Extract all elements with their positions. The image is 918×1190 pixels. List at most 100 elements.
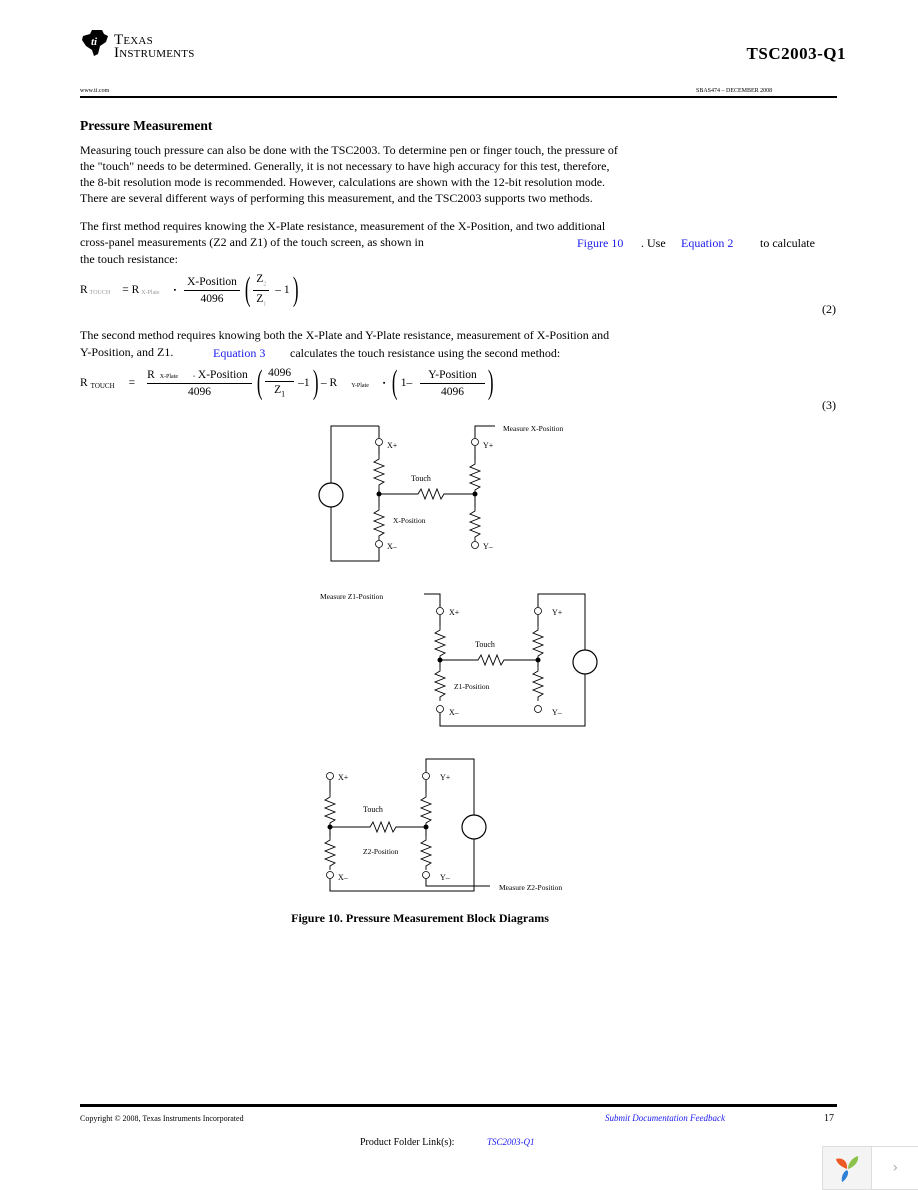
eq3-p1-num: 4096 bbox=[265, 367, 294, 382]
para2-line1: The first method requires knowing the X-… bbox=[80, 218, 605, 234]
label-y-plus: Y+ bbox=[483, 441, 494, 450]
section-title: Pressure Measurement bbox=[80, 118, 212, 134]
para1-line: the 8-bit resolution mode is recommended… bbox=[80, 174, 618, 190]
eq3-p2-den: 4096 bbox=[441, 384, 464, 398]
label-y-minus: Y– bbox=[483, 542, 494, 551]
eq2-r-sub: X-Plate bbox=[141, 290, 159, 296]
eq3-main-fraction: R X-Plate ▪ X-Position 4096 bbox=[147, 369, 252, 398]
svg-text:ti: ti bbox=[91, 36, 98, 48]
product-folder-link[interactable]: TSC2003-Q1 bbox=[487, 1137, 535, 1147]
eq3-dot: ▪ bbox=[383, 379, 385, 387]
eq2-z-num-sub: 2 bbox=[263, 282, 266, 288]
app-logo-button[interactable] bbox=[823, 1147, 871, 1189]
eq2-num: X-Position bbox=[184, 276, 240, 291]
eq3-num-dot: ▪ bbox=[193, 374, 195, 380]
eq2-fraction: X-Position 4096 bbox=[184, 276, 240, 305]
eq2-lhs: R bbox=[80, 284, 88, 296]
para2-line2a: cross-panel measurements (Z2 and Z1) of … bbox=[80, 234, 424, 250]
equation-3-link[interactable]: Equation 3 bbox=[213, 345, 265, 361]
eq3-p1-den-sub: 1 bbox=[281, 390, 285, 399]
label-touch: Touch bbox=[411, 474, 431, 483]
para1-line: There are several different ways of perf… bbox=[80, 190, 618, 206]
label-x-plus: X+ bbox=[387, 441, 398, 450]
equation-3: R TOUCH = R X-Plate ▪ X-Position 4096 ( … bbox=[80, 362, 496, 404]
label-measure: Measure Z2-Position bbox=[499, 883, 562, 892]
label-measure: Measure X-Position bbox=[503, 424, 563, 433]
eq3-num-r-sub: X-Plate bbox=[160, 374, 178, 380]
eq2-z-den-sub: 1 bbox=[263, 301, 266, 307]
eq2-den: 4096 bbox=[201, 291, 224, 305]
eq2-minus-one: – 1 bbox=[275, 284, 289, 296]
equation-2-number: (2) bbox=[822, 302, 836, 317]
para3-line1: The second method requires knowing both … bbox=[80, 327, 609, 343]
label-y-minus: Y– bbox=[440, 873, 451, 882]
voltage-source-icon bbox=[462, 815, 486, 839]
label-y-plus: Y+ bbox=[440, 773, 451, 782]
header-rule bbox=[80, 96, 837, 98]
submit-feedback-link[interactable]: Submit Documentation Feedback bbox=[605, 1113, 725, 1123]
label-position: Z1-Position bbox=[454, 682, 490, 691]
next-page-button[interactable]: › bbox=[871, 1147, 918, 1189]
eq3-equals: = bbox=[129, 377, 136, 389]
eq3-minus-r: – R bbox=[321, 377, 337, 389]
label-touch: Touch bbox=[475, 640, 495, 649]
diagram-measure-x: X+ X– Y+ Y– Touch X-Position Measure X-P… bbox=[319, 424, 563, 561]
label-y-minus: Y– bbox=[552, 708, 563, 717]
eq3-den: 4096 bbox=[188, 384, 211, 398]
para2-line3: the touch resistance: bbox=[80, 251, 178, 267]
eq3-num-pos: X-Position bbox=[198, 369, 248, 381]
label-touch: Touch bbox=[363, 805, 383, 814]
eq3-lhs-sub: TOUCH bbox=[91, 382, 115, 390]
paragraph-1: Measuring touch pressure can also be don… bbox=[80, 142, 618, 206]
viewer-widget: › bbox=[822, 1146, 918, 1190]
copyright: Copyright © 2008, Texas Instruments Inco… bbox=[80, 1114, 244, 1123]
label-x-plus: X+ bbox=[449, 608, 460, 617]
eq2-lhs-sub: TOUCH bbox=[90, 290, 111, 296]
pressure-measurement-diagrams: X+ X– Y+ Y– Touch X-Position Measure X-P… bbox=[300, 415, 620, 905]
doc-id: TSC2003-Q1 bbox=[747, 44, 846, 64]
figure-caption: Figure 10. Pressure Measurement Block Di… bbox=[0, 911, 840, 926]
eq3-p1-minus: –1 bbox=[298, 377, 310, 389]
label-x-plus: X+ bbox=[338, 773, 349, 782]
equation-2-link[interactable]: Equation 2 bbox=[681, 235, 733, 251]
ti-logo-icon: ti bbox=[80, 28, 110, 58]
para1-line: the "touch" needs to be determined. Gene… bbox=[80, 158, 618, 174]
label-x-minus: X– bbox=[338, 873, 349, 882]
ti-logo: ti Texas Instruments bbox=[80, 28, 195, 60]
label-y-plus: Y+ bbox=[552, 608, 563, 617]
chevron-right-icon: › bbox=[892, 1160, 898, 1176]
eq3-num-r: R bbox=[147, 369, 155, 381]
diagram-measure-z2: X+ X– Y+ Y– Touch Z2-Position Measure Z2… bbox=[325, 759, 562, 892]
eq3-p2-num: Y-Position bbox=[420, 369, 485, 384]
eq3-lhs: R bbox=[80, 377, 88, 389]
equation-2: R TOUCH = R X-Plate ▪ X-Position 4096 ( … bbox=[80, 270, 301, 310]
voltage-source-icon bbox=[319, 483, 343, 507]
equation-3-number: (3) bbox=[822, 398, 836, 413]
diagram-measure-z1: X+ X– Y+ Y– Touch Z1-Position Measure Z1… bbox=[320, 592, 597, 726]
eq3-p2-one: 1– bbox=[401, 377, 413, 389]
eq3-r-sub: Y-Plate bbox=[351, 383, 369, 389]
label-measure: Measure Z1-Position bbox=[320, 592, 383, 601]
label-position: Z2-Position bbox=[363, 847, 399, 856]
label-x-minus: X– bbox=[449, 708, 460, 717]
website-link[interactable]: www.ti.com bbox=[80, 88, 109, 94]
para3-end: calculates the touch resistance using th… bbox=[290, 345, 560, 361]
eq3-p2-fraction: Y-Position 4096 bbox=[420, 369, 485, 398]
footer-rule bbox=[80, 1104, 837, 1107]
doc-number: SBAS474 – DECEMBER 2008 bbox=[696, 88, 772, 94]
voltage-source-icon bbox=[573, 650, 597, 674]
product-folder-label: Product Folder Link(s): bbox=[360, 1137, 454, 1148]
para2-mid: . Use bbox=[641, 235, 666, 251]
logo-line2: Instruments bbox=[114, 47, 195, 60]
para3-line2a: Y-Position, and Z1. bbox=[80, 344, 173, 360]
eq2-z-fraction: Z2 Z1 bbox=[253, 273, 269, 307]
para2-end: to calculate bbox=[760, 235, 815, 251]
figure-10-link[interactable]: Figure 10 bbox=[577, 235, 623, 251]
label-x-minus: X– bbox=[387, 542, 398, 551]
app-logo-icon bbox=[834, 1153, 860, 1183]
label-position: X-Position bbox=[393, 516, 426, 525]
eq2-dot: ▪ bbox=[174, 286, 176, 294]
para1-line: Measuring touch pressure can also be don… bbox=[80, 142, 618, 158]
eq3-p1-fraction: 4096 Z1 bbox=[265, 367, 294, 398]
page-number: 17 bbox=[824, 1113, 834, 1124]
